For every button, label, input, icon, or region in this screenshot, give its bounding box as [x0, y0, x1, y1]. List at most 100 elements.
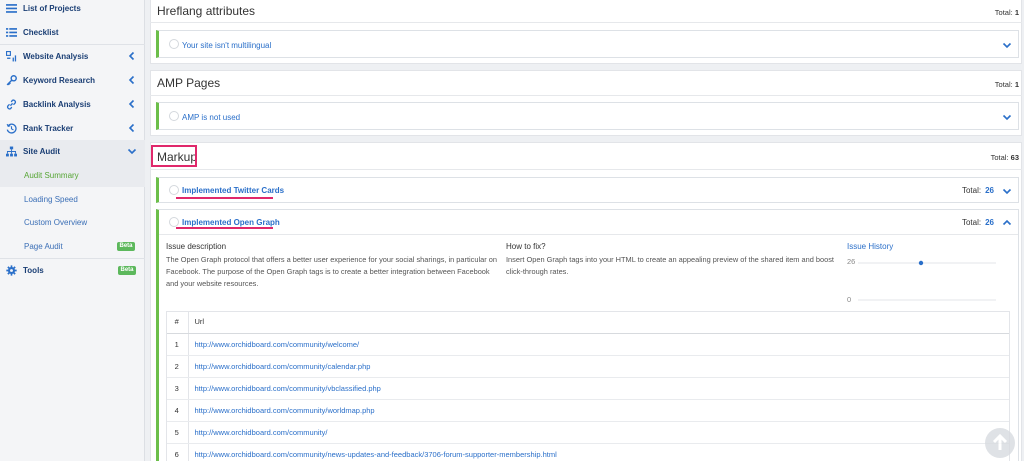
checklist-icon — [6, 28, 17, 37]
history-data-point — [918, 260, 924, 266]
issue-history-link[interactable]: Issue History — [847, 242, 893, 251]
chevron-up-icon[interactable] — [1002, 218, 1012, 228]
status-circle-icon — [169, 39, 179, 49]
column-header-number: # — [166, 311, 189, 334]
url-link[interactable]: http://www.orchidboard.com/community/ — [188, 421, 1010, 444]
column-header-url: Url — [188, 311, 1010, 334]
sidebar-item-label: List of Projects — [23, 4, 81, 13]
sidebar-item-site-audit[interactable]: Site Audit — [0, 140, 145, 163]
issue-total: Total: 26 — [961, 218, 994, 227]
sidebar-sub-custom-overview[interactable]: Custom Overview — [24, 218, 87, 227]
issue-history-chart — [858, 260, 996, 301]
sidebar-item-label: Keyword Research — [23, 76, 96, 85]
amp-title: AMP Pages — [157, 76, 221, 90]
sidebar-item-label: Site Audit — [23, 147, 61, 156]
table-row: 2 http://www.orchidboard.com/community/ca… — [166, 355, 1010, 378]
chevron-left-icon — [128, 99, 135, 109]
link-icon — [6, 99, 17, 110]
website-analysis-icon — [6, 51, 17, 62]
history-icon — [6, 123, 17, 134]
highlight-box — [151, 145, 197, 167]
table-row: 1 http://www.orchidboard.com/community/we… — [166, 333, 1010, 356]
sidebar-sub-loading-speed[interactable]: Loading Speed — [24, 195, 78, 204]
chevron-left-icon — [128, 123, 135, 133]
beta-badge: Beta — [118, 266, 136, 275]
sidebar-item-checklist[interactable]: Checklist — [0, 21, 145, 44]
status-circle-icon — [169, 185, 179, 195]
how-to-fix-header: How to fix? — [506, 242, 546, 251]
chevron-down-icon[interactable] — [1002, 112, 1012, 122]
row-number: 3 — [166, 377, 189, 400]
url-link[interactable]: http://www.orchidboard.com/community/vbc… — [188, 377, 1010, 400]
issue-row-amp[interactable]: AMP is not used — [156, 102, 1019, 130]
divider — [159, 234, 1018, 235]
table-row: 6 http://www.orchidboard.com/community/ne… — [166, 443, 1010, 461]
chevron-left-icon — [128, 75, 135, 85]
row-number: 5 — [166, 421, 189, 444]
table-row: 3 http://www.orchidboard.com/community/vb… — [166, 377, 1010, 400]
how-to-fix-text: click-through rates. — [506, 267, 569, 276]
amp-total: Total: 1 — [994, 80, 1019, 89]
url-link[interactable]: http://www.orchidboard.com/community/wor… — [188, 399, 1010, 422]
issue-description-text: and your website resources. — [166, 279, 259, 288]
highlight-underline — [176, 227, 273, 229]
history-axis-min: 0 — [847, 295, 852, 304]
url-link[interactable]: http://www.orchidboard.com/community/cal… — [188, 355, 1010, 378]
sidebar: List of Projects Checklist Website Analy… — [0, 0, 145, 461]
sidebar-item-rank-tracker[interactable]: Rank Tracker — [0, 117, 145, 140]
hreflang-total: Total: 1 — [994, 8, 1019, 17]
sitemap-icon — [6, 146, 17, 157]
highlight-underline — [176, 197, 273, 199]
gear-icon — [6, 265, 17, 276]
markup-total: Total: 63 — [990, 153, 1019, 162]
sidebar-item-label: Backlink Analysis — [23, 100, 91, 109]
row-number: 2 — [166, 355, 189, 378]
sidebar-item-label: Rank Tracker — [23, 124, 74, 133]
history-axis-max: 26 — [847, 257, 856, 266]
sidebar-sub-page-audit[interactable]: Page Audit — [24, 242, 63, 251]
issue-row-twitter-cards[interactable]: Implemented Twitter Cards Total: 26 — [156, 177, 1019, 203]
url-link[interactable]: http://www.orchidboard.com/community/new… — [188, 443, 1010, 461]
issue-label: Implemented Twitter Cards — [182, 186, 285, 195]
issue-label: AMP is not used — [182, 113, 241, 122]
sidebar-item-keyword-research[interactable]: Keyword Research — [0, 69, 145, 92]
arrow-up-icon — [992, 434, 1008, 450]
issue-total: Total: 26 — [961, 186, 994, 195]
divider — [150, 95, 1022, 96]
table-header-row: # Url — [166, 311, 1010, 334]
hreflang-title: Hreflang attributes — [157, 4, 256, 18]
issue-description-text: The Open Graph protocol that offers a be… — [166, 255, 497, 264]
sidebar-item-tools[interactable]: Tools Beta — [0, 259, 145, 282]
key-icon — [6, 75, 17, 86]
sidebar-sub-audit-summary[interactable]: Audit Summary — [24, 171, 79, 180]
issue-label: Your site isn't multilingual — [182, 41, 272, 50]
chevron-left-icon — [128, 51, 135, 61]
beta-badge: Beta — [117, 242, 135, 251]
url-table: # Url 1 http://www.orchidboard.com/commun… — [166, 311, 1010, 461]
issue-row-multilingual[interactable]: Your site isn't multilingual — [156, 30, 1019, 58]
scroll-to-top-button[interactable] — [985, 428, 1015, 458]
sidebar-item-label: Website Analysis — [23, 52, 89, 61]
chevron-down-icon — [127, 148, 137, 155]
issue-description-header: Issue description — [166, 242, 227, 251]
divider — [150, 169, 1022, 170]
row-number: 6 — [166, 443, 189, 461]
sidebar-item-label: Checklist — [23, 28, 59, 37]
chevron-down-icon[interactable] — [1002, 186, 1012, 196]
sidebar-item-label: Tools — [23, 266, 44, 275]
list-icon — [6, 4, 17, 13]
sidebar-item-list-of-projects[interactable]: List of Projects — [0, 0, 145, 20]
sidebar-item-backlink-analysis[interactable]: Backlink Analysis — [0, 93, 145, 116]
how-to-fix-text: Insert Open Graph tags into your HTML to… — [506, 255, 834, 264]
table-row: 4 http://www.orchidboard.com/community/wo… — [166, 399, 1010, 422]
status-circle-icon — [169, 111, 179, 121]
row-number: 1 — [166, 333, 189, 356]
issue-description-text: Facebook. The purpose of the Open Graph … — [166, 267, 490, 276]
issue-label: Implemented Open Graph — [182, 218, 280, 227]
row-number: 4 — [166, 399, 189, 422]
url-link[interactable]: http://www.orchidboard.com/community/wel… — [188, 333, 1010, 356]
status-circle-icon — [169, 217, 179, 227]
chevron-down-icon[interactable] — [1002, 40, 1012, 50]
sidebar-item-website-analysis[interactable]: Website Analysis — [0, 45, 145, 68]
table-row: 5 http://www.orchidboard.com/community/ — [166, 421, 1010, 444]
